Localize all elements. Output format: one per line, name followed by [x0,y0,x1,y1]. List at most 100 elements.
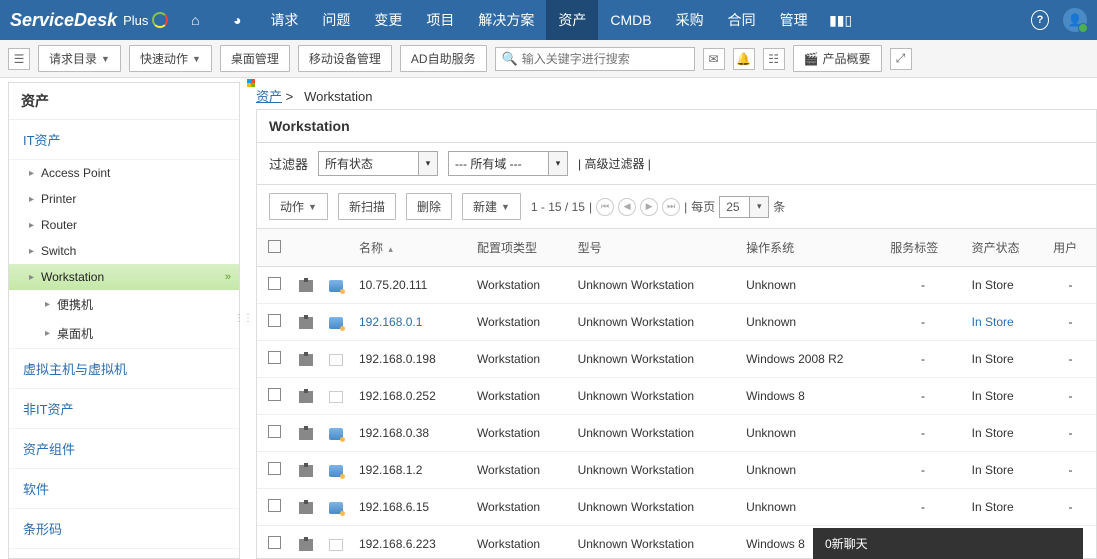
cell-user: - [1045,341,1096,378]
ad-self-service-button[interactable]: AD自助服务 [400,45,487,72]
cell-tag: - [882,415,963,452]
calendar-icon[interactable]: ☷ [763,48,785,70]
desktop-mgmt-button[interactable]: 桌面管理 [220,45,290,72]
select-all-checkbox[interactable] [268,240,281,253]
search-input[interactable] [522,52,688,66]
row-checkbox[interactable] [268,425,281,438]
col-header-2[interactable] [321,229,351,267]
chat-bar[interactable]: 0新聊天 [813,528,1083,559]
row-checkbox[interactable] [268,462,281,475]
main-content: 资产 > Workstation Workstation 过滤器 所有状态 --… [246,78,1097,559]
sidebar-link[interactable]: 条形码 [9,509,239,549]
pager-first[interactable]: ⏮ [596,198,614,216]
action-button[interactable]: 动作 ▼ [269,193,328,220]
bell-icon[interactable]: 🔔 [733,48,755,70]
sms-icon[interactable]: ✉ [703,48,725,70]
pager-last[interactable]: ⏭ [662,198,680,216]
domain-select[interactable]: --- 所有域 --- [448,151,568,176]
row-checkbox[interactable] [268,314,281,327]
sort-asc-icon: ▴ [388,244,393,254]
nav-item-1[interactable]: 问题 [310,0,362,40]
cell-name: 192.168.0.1 [351,304,469,341]
col-header-6[interactable]: 操作系统 [738,229,882,267]
row-checkbox[interactable] [268,277,281,290]
catalog-icon[interactable]: ☰ [8,48,30,70]
asset-table: 名称 ▴配置项类型型号操作系统服务标签资产状态用户 10.75.20.111Wo… [257,229,1096,559]
col-header-0[interactable] [257,229,291,267]
nav-item-5[interactable]: 资产 [546,0,598,40]
tree-item-router[interactable]: ▸ Router [9,212,239,238]
nav-item-9[interactable]: 管理 [768,0,820,40]
cell-user: - [1045,304,1096,341]
page-title: Workstation [256,109,1097,142]
table-row: 192.168.6.15WorkstationUnknown Workstati… [257,489,1096,526]
cell-name: 10.75.20.111 [351,267,469,304]
col-header-1[interactable] [291,229,321,267]
row-checkbox[interactable] [268,536,281,549]
nav-item-0[interactable]: 请求 [258,0,310,40]
pager-next[interactable]: ▶ [640,198,658,216]
chevron-right-icon: ▸ [29,168,37,179]
new-button[interactable]: 新建 ▼ [462,193,521,220]
nav-reports[interactable]: ▮▮▯ [820,0,862,40]
row-checkbox[interactable] [268,351,281,364]
nav-item-2[interactable]: 变更 [362,0,414,40]
network-icon [299,502,313,514]
nav-item-8[interactable]: 合同 [716,0,768,40]
network-icon [299,539,313,551]
sidebar-link[interactable]: 软件 [9,469,239,509]
status-select[interactable]: 所有状态 [318,151,438,176]
expand-icon[interactable]: ⤢ [890,48,912,70]
tree-item-child[interactable]: ▸ 桌面机 [9,319,239,348]
cell-tag: - [882,489,963,526]
user-avatar[interactable]: 👤 [1063,8,1087,32]
col-header-3[interactable]: 名称 ▴ [351,229,469,267]
nav-item-4[interactable]: 解决方案 [466,0,546,40]
request-catalog-button[interactable]: 请求目录 ▼ [38,45,121,72]
search-box[interactable]: 🔍 [495,47,695,71]
row-checkbox[interactable] [268,499,281,512]
delete-button[interactable]: 删除 [406,193,452,220]
cell-os: Unknown [738,489,882,526]
asset-name-link[interactable]: 192.168.0.1 [359,315,422,329]
sidebar-link[interactable]: 虚拟主机与虚拟机 [9,349,239,389]
nav-item-6[interactable]: CMDB [598,0,663,40]
tree-item-workstation[interactable]: ▸ Workstation [9,264,239,290]
tree-item-child[interactable]: ▸ 便携机 [9,290,239,319]
col-header-4[interactable]: 配置项类型 [469,229,570,267]
col-header-7[interactable]: 服务标签 [882,229,963,267]
mobile-mgmt-button[interactable]: 移动设备管理 [298,45,392,72]
rescan-button[interactable]: 新扫描 [338,193,396,220]
sidebar-link[interactable]: 组 [9,549,239,558]
nav-dashboard[interactable]: ◕ [216,0,258,40]
quick-action-button[interactable]: 快速动作 ▼ [129,45,212,72]
col-header-9[interactable]: 用户 [1045,229,1096,267]
product-overview-button[interactable]: 🎬 产品概要 [793,45,882,72]
advanced-filter-link[interactable]: | 高级过滤器 | [578,155,651,172]
col-header-5[interactable]: 型号 [570,229,739,267]
cell-model: Unknown Workstation [570,378,739,415]
breadcrumb-root[interactable]: 资产 [256,89,282,104]
action-bar: 动作 ▼ 新扫描 删除 新建 ▼ 1 - 15 / 15 | ⏮ ◀ ▶ ⏭ |… [256,184,1097,228]
asset-state-link[interactable]: In Store [972,315,1014,329]
nav-item-7[interactable]: 采购 [664,0,716,40]
workstation-icon [329,317,343,329]
cell-os: Unknown [738,304,882,341]
sidebar-link[interactable]: 资产组件 [9,429,239,469]
sidebar-link[interactable]: 非IT资产 [9,389,239,429]
tree-item-access-point[interactable]: ▸ Access Point [9,160,239,186]
tree-item-printer[interactable]: ▸ Printer [9,186,239,212]
help-icon[interactable]: ? [1031,11,1049,29]
pager: 1 - 15 / 15 | ⏮ ◀ ▶ ⏭ | 每页 25 条 [531,196,785,218]
camera-icon: 🎬 [804,52,819,66]
sidebar-link-it-asset[interactable]: IT资产 [9,120,239,160]
per-page-select[interactable]: 25 [719,196,769,218]
nav-item-3[interactable]: 项目 [414,0,466,40]
pager-prev[interactable]: ◀ [618,198,636,216]
row-checkbox[interactable] [268,388,281,401]
cell-name: 192.168.0.252 [351,378,469,415]
tree-item-switch[interactable]: ▸ Switch [9,238,239,264]
col-header-8[interactable]: 资产状态 [964,229,1045,267]
gauge-icon: ◕ [228,11,246,29]
nav-home[interactable]: ⌂ [174,0,216,40]
